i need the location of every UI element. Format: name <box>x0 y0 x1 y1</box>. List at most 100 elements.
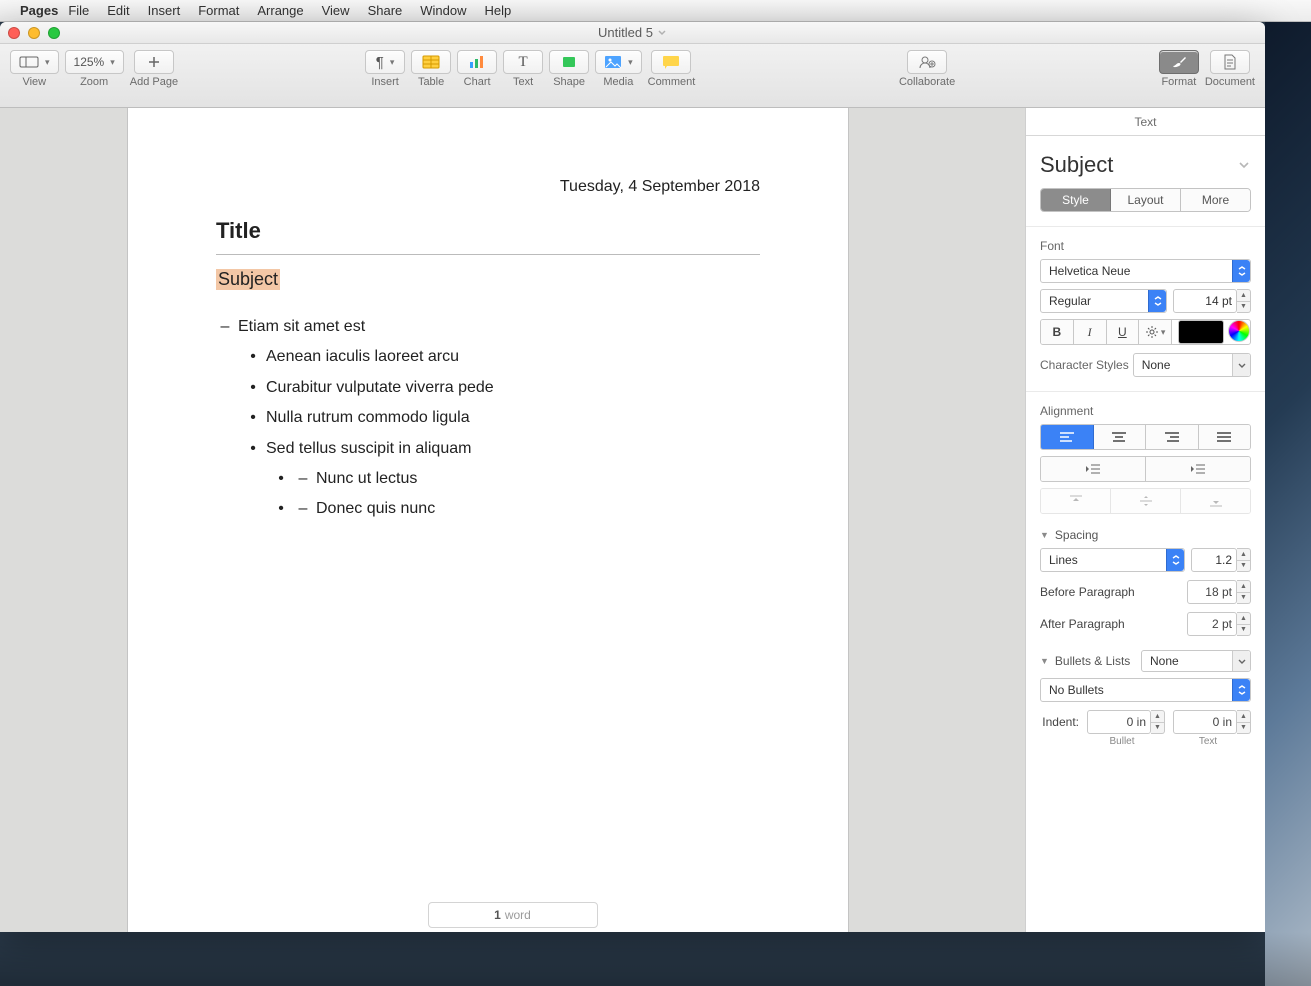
zoom-button[interactable] <box>48 27 60 39</box>
view-button[interactable]: ▾ <box>10 50 59 74</box>
indent-buttons <box>1040 456 1251 482</box>
macos-menubar: Pages File Edit Insert Format Arrange Vi… <box>0 0 1311 22</box>
alignment-label: Alignment <box>1040 404 1251 418</box>
seg-style[interactable]: Style <box>1041 189 1111 211</box>
valign-top-button[interactable] <box>1041 489 1111 513</box>
menu-help[interactable]: Help <box>485 3 512 18</box>
chevron-down-icon[interactable] <box>657 28 667 38</box>
bullets-header[interactable]: ▼Bullets & Lists None <box>1026 650 1265 672</box>
page[interactable]: Tuesday, 4 September 2018 Title Subject … <box>128 108 848 932</box>
menu-share[interactable]: Share <box>368 3 403 18</box>
align-left-button[interactable] <box>1041 425 1094 449</box>
after-paragraph-stepper[interactable]: ▲▼ <box>1237 612 1251 636</box>
menu-view[interactable]: View <box>322 3 350 18</box>
menu-window[interactable]: Window <box>420 3 466 18</box>
valign-bottom-button[interactable] <box>1181 489 1250 513</box>
menu-arrange[interactable]: Arrange <box>257 3 303 18</box>
word-count-label: word <box>505 908 531 922</box>
format-label: Format <box>1161 76 1196 88</box>
text-color-well[interactable] <box>1178 320 1224 344</box>
chart-label: Chart <box>464 76 491 88</box>
outdent-button[interactable] <box>1041 457 1146 481</box>
plus-icon <box>147 55 161 69</box>
bullet-type-select[interactable]: No Bullets <box>1040 678 1251 702</box>
before-paragraph-field[interactable]: 18 pt <box>1187 580 1237 604</box>
before-paragraph-stepper[interactable]: ▲▼ <box>1237 580 1251 604</box>
list-item[interactable]: Nulla rutrum commodo ligula <box>266 403 470 433</box>
document-button[interactable] <box>1210 50 1250 74</box>
chevron-down-icon[interactable] <box>1237 158 1251 172</box>
chart-icon <box>468 55 486 69</box>
seg-more[interactable]: More <box>1181 189 1250 211</box>
list-item[interactable]: Donec quis nunc <box>316 494 435 524</box>
close-button[interactable] <box>8 27 20 39</box>
align-justify-button[interactable] <box>1199 425 1251 449</box>
font-size-field[interactable]: 14 pt <box>1173 289 1237 313</box>
list-item[interactable]: Sed tellus suscipit in aliquam <box>266 434 471 464</box>
collaborate-button[interactable] <box>907 50 947 74</box>
align-center-button[interactable] <box>1094 425 1147 449</box>
document-canvas[interactable]: Tuesday, 4 September 2018 Title Subject … <box>0 108 1025 932</box>
seg-layout[interactable]: Layout <box>1111 189 1181 211</box>
font-size-stepper[interactable]: ▲▼ <box>1237 289 1251 313</box>
comment-icon <box>662 55 680 69</box>
list-item[interactable]: Aenean iaculis laoreet arcu <box>266 342 459 372</box>
font-style-select[interactable]: Regular <box>1040 289 1167 313</box>
list-item[interactable]: Nunc ut lectus <box>316 464 417 494</box>
spacing-header[interactable]: ▼Spacing <box>1026 528 1265 542</box>
word-count[interactable]: 1 word <box>428 902 598 928</box>
vertical-align <box>1040 488 1251 514</box>
valign-middle-button[interactable] <box>1111 489 1181 513</box>
bullet-indent-field[interactable]: 0 in <box>1087 710 1151 734</box>
bold-button[interactable]: B <box>1041 320 1074 344</box>
comment-button[interactable] <box>651 50 691 74</box>
inspector-tab-text[interactable]: Text <box>1026 108 1265 136</box>
spacing-mode-select[interactable]: Lines <box>1040 548 1185 572</box>
color-wheel-icon[interactable] <box>1228 320 1250 342</box>
indent-button[interactable] <box>1146 457 1250 481</box>
shape-button[interactable] <box>549 50 589 74</box>
minimize-button[interactable] <box>28 27 40 39</box>
list-item[interactable]: Etiam sit amet est <box>238 312 365 342</box>
inspector-panel: Text Subject Style Layout More Font Helv… <box>1025 108 1265 932</box>
chart-button[interactable] <box>457 50 497 74</box>
menu-format[interactable]: Format <box>198 3 239 18</box>
char-styles-select[interactable]: None <box>1133 353 1251 377</box>
zoom-label: Zoom <box>80 76 108 88</box>
title-text[interactable]: Title <box>216 218 760 244</box>
advanced-button[interactable]: ▾ <box>1139 320 1172 344</box>
menu-file[interactable]: File <box>68 3 89 18</box>
desktop-wallpaper <box>1265 22 1311 986</box>
table-button[interactable] <box>411 50 451 74</box>
app-name[interactable]: Pages <box>20 3 58 18</box>
insert-label: Insert <box>371 76 399 88</box>
text-indent-field[interactable]: 0 in <box>1173 710 1237 734</box>
italic-button[interactable]: I <box>1074 320 1107 344</box>
underline-button[interactable]: U <box>1107 320 1140 344</box>
inspector-segments: Style Layout More <box>1040 188 1251 212</box>
font-section: Font Helvetica Neue Regular 14 pt ▲▼ <box>1026 226 1265 377</box>
text-indent-stepper[interactable]: ▲▼ <box>1237 710 1251 734</box>
line-spacing-field[interactable]: 1.2 <box>1191 548 1237 572</box>
subject-heading[interactable]: Subject <box>216 269 280 290</box>
menu-edit[interactable]: Edit <box>107 3 129 18</box>
body-list[interactable]: –Etiam sit amet est Aenean iaculis laore… <box>216 312 760 525</box>
paragraph-style-name[interactable]: Subject <box>1040 152 1113 178</box>
zoom-select[interactable]: 125%▾ <box>65 50 124 74</box>
insert-button[interactable]: ¶▾ <box>365 50 405 74</box>
media-button[interactable]: ▾ <box>595 50 642 74</box>
align-right-button[interactable] <box>1146 425 1199 449</box>
document-icon <box>1223 54 1237 70</box>
after-paragraph-field[interactable]: 2 pt <box>1187 612 1237 636</box>
main-area: Tuesday, 4 September 2018 Title Subject … <box>0 108 1265 932</box>
add-page-button[interactable] <box>134 50 174 74</box>
bullets-preset-select[interactable]: None <box>1141 650 1251 672</box>
font-family-select[interactable]: Helvetica Neue <box>1040 259 1251 283</box>
menu-insert[interactable]: Insert <box>148 3 181 18</box>
line-spacing-stepper[interactable]: ▲▼ <box>1237 548 1251 572</box>
list-item[interactable]: Curabitur vulputate viverra pede <box>266 373 494 403</box>
font-label: Font <box>1040 239 1251 253</box>
text-button[interactable]: T <box>503 50 543 74</box>
format-button[interactable] <box>1159 50 1199 74</box>
bullet-indent-stepper[interactable]: ▲▼ <box>1151 710 1165 734</box>
